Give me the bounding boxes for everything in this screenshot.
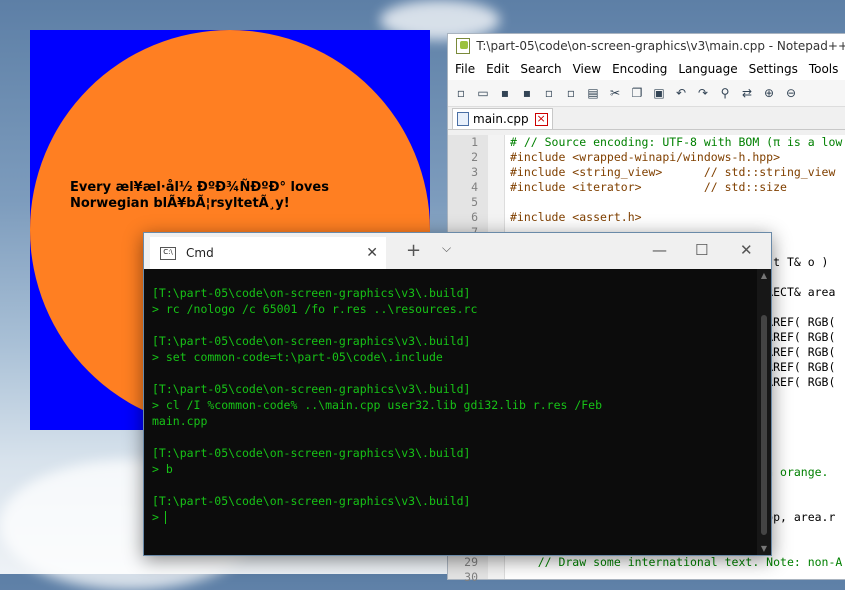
save-icon[interactable]: ▪ bbox=[496, 84, 514, 102]
maximize-button[interactable]: ☐ bbox=[695, 241, 708, 259]
zoom-in-icon[interactable]: ⊕ bbox=[760, 84, 778, 102]
copy-icon[interactable]: ❐ bbox=[628, 84, 646, 102]
console-line: [T:\part-05\code\on-screen-graphics\v3\.… bbox=[152, 493, 755, 509]
console-line-text: main.cpp bbox=[152, 414, 208, 428]
international-text: Every æl¥æl·ål½ ÐºÐ¾ÑÐºÐ° loves Norwegia… bbox=[70, 180, 329, 212]
code-line: // Draw some international text. Note: n… bbox=[510, 555, 843, 569]
new-file-icon[interactable]: ▫ bbox=[452, 84, 470, 102]
scroll-thumb[interactable] bbox=[761, 315, 767, 535]
menu-encoding[interactable]: Encoding bbox=[612, 62, 667, 76]
gfx-text-line: Norwegian blÃ¥bÃ¦rsyltetÃ¸y! bbox=[70, 196, 290, 211]
npp-toolbar: ▫ ▭ ▪ ▪ ▫ ▫ ▤ ✂ ❐ ▣ ↶ ↷ ⚲ ⇄ ⊕ ⊖ bbox=[448, 80, 845, 107]
redo-icon[interactable]: ↷ bbox=[694, 84, 712, 102]
console-line-text: > cl /I %common-code% ..\main.cpp user32… bbox=[152, 398, 603, 412]
tab-cmd[interactable]: C:\ Cmd ✕ bbox=[150, 237, 386, 269]
npp-tab-bar: main.cpp × bbox=[448, 107, 845, 130]
code-line: #include <assert.h> bbox=[510, 210, 642, 224]
replace-icon[interactable]: ⇄ bbox=[738, 84, 756, 102]
zoom-out-icon[interactable]: ⊖ bbox=[782, 84, 800, 102]
console-line-text: [T:\part-05\code\on-screen-graphics\v3\.… bbox=[152, 382, 471, 396]
menu-file[interactable]: File bbox=[455, 62, 475, 76]
line-number: 1 bbox=[471, 135, 478, 149]
menu-edit[interactable]: Edit bbox=[486, 62, 509, 76]
paste-icon[interactable]: ▣ bbox=[650, 84, 668, 102]
console-line: main.cpp bbox=[152, 413, 755, 429]
minimize-button[interactable]: — bbox=[652, 241, 667, 259]
cmd-tab-label: Cmd bbox=[186, 246, 214, 260]
npp-menu-bar: File Edit Search View Encoding Language … bbox=[448, 58, 845, 80]
console-line-text: > bbox=[152, 510, 159, 524]
text-cursor bbox=[164, 511, 166, 524]
scroll-down-icon[interactable]: ▼ bbox=[757, 544, 771, 553]
console-output[interactable]: [T:\part-05\code\on-screen-graphics\v3\.… bbox=[152, 285, 755, 555]
line-number: 3 bbox=[471, 165, 478, 179]
menu-search[interactable]: Search bbox=[520, 62, 561, 76]
console-line-text: [T:\part-05\code\on-screen-graphics\v3\.… bbox=[152, 286, 471, 300]
close-tab-icon[interactable]: × bbox=[534, 112, 548, 126]
cmd-title-bar[interactable]: C:\ Cmd ✕ + ⌵ — ☐ ✕ bbox=[144, 233, 771, 269]
code-line: #include <iterator> // std::size bbox=[510, 180, 787, 194]
close-tab-icon[interactable]: ✕ bbox=[366, 245, 378, 261]
line-number: 29 bbox=[464, 555, 478, 569]
cmd-scrollbar[interactable]: ▲ ▼ bbox=[757, 269, 771, 555]
close-file-icon[interactable]: ▫ bbox=[540, 84, 558, 102]
npp-title-bar[interactable]: T:\part-05\code\on-screen-graphics\v3\ma… bbox=[448, 34, 845, 58]
console-line-text: [T:\part-05\code\on-screen-graphics\v3\.… bbox=[152, 446, 471, 460]
menu-language[interactable]: Language bbox=[678, 62, 737, 76]
code-line: #include <string_view> // std::string_vi… bbox=[510, 165, 836, 179]
console-line: > cl /I %common-code% ..\main.cpp user32… bbox=[152, 397, 755, 413]
file-icon bbox=[457, 112, 469, 126]
close-window-button[interactable]: ✕ bbox=[740, 241, 753, 259]
line-number: 6 bbox=[471, 210, 478, 224]
npp-window-title: T:\part-05\code\on-screen-graphics\v3\ma… bbox=[476, 39, 845, 53]
close-all-icon[interactable]: ▫ bbox=[562, 84, 580, 102]
console-line: > b bbox=[152, 461, 755, 477]
console-line: > rc /nologo /c 65001 /fo r.res ..\resou… bbox=[152, 301, 755, 317]
console-line: > bbox=[152, 509, 755, 525]
line-number: 30 bbox=[464, 570, 478, 584]
console-line-text: [T:\part-05\code\on-screen-graphics\v3\.… bbox=[152, 494, 471, 508]
line-number: 5 bbox=[471, 195, 478, 209]
cmd-window[interactable]: C:\ Cmd ✕ + ⌵ — ☐ ✕ [T:\part-05\code\on-… bbox=[143, 232, 772, 556]
menu-tools[interactable]: Tools bbox=[809, 62, 839, 76]
line-number: 4 bbox=[471, 180, 478, 194]
menu-settings[interactable]: Settings bbox=[749, 62, 798, 76]
console-line: > set common-code=t:\part-05\code\.inclu… bbox=[152, 349, 755, 365]
code-line: #include <wrapped-winapi/windows-h.hpp> bbox=[510, 150, 781, 164]
console-line-text: [T:\part-05\code\on-screen-graphics\v3\.… bbox=[152, 334, 471, 348]
new-tab-button[interactable]: + bbox=[406, 240, 421, 261]
console-line-text: > set common-code=t:\part-05\code\.inclu… bbox=[152, 350, 443, 364]
scroll-up-icon[interactable]: ▲ bbox=[757, 271, 771, 280]
console-line-text: > b bbox=[152, 462, 173, 476]
console-line-text: > rc /nologo /c 65001 /fo r.res ..\resou… bbox=[152, 302, 478, 316]
notepad-app-icon bbox=[456, 38, 471, 54]
print-icon[interactable]: ▤ bbox=[584, 84, 602, 102]
terminal-icon: C:\ bbox=[160, 246, 176, 260]
line-number: 2 bbox=[471, 150, 478, 164]
console-line: [T:\part-05\code\on-screen-graphics\v3\.… bbox=[152, 285, 755, 301]
code-line: # // Source encoding: UTF-8 with BOM (π … bbox=[510, 135, 843, 149]
cut-icon[interactable]: ✂ bbox=[606, 84, 624, 102]
console-line: [T:\part-05\code\on-screen-graphics\v3\.… bbox=[152, 445, 755, 461]
gfx-text-line: Every æl¥æl·ål½ ÐºÐ¾ÑÐºÐ° loves bbox=[70, 180, 329, 195]
tab-dropdown-button[interactable]: ⌵ bbox=[442, 241, 451, 256]
console-line: [T:\part-05\code\on-screen-graphics\v3\.… bbox=[152, 333, 755, 349]
console-line: [T:\part-05\code\on-screen-graphics\v3\.… bbox=[152, 381, 755, 397]
undo-icon[interactable]: ↶ bbox=[672, 84, 690, 102]
tab-label: main.cpp bbox=[473, 112, 529, 126]
tab-main-cpp[interactable]: main.cpp × bbox=[452, 108, 553, 129]
open-folder-icon[interactable]: ▭ bbox=[474, 84, 492, 102]
save-all-icon[interactable]: ▪ bbox=[518, 84, 536, 102]
menu-view[interactable]: View bbox=[573, 62, 601, 76]
find-icon[interactable]: ⚲ bbox=[716, 84, 734, 102]
